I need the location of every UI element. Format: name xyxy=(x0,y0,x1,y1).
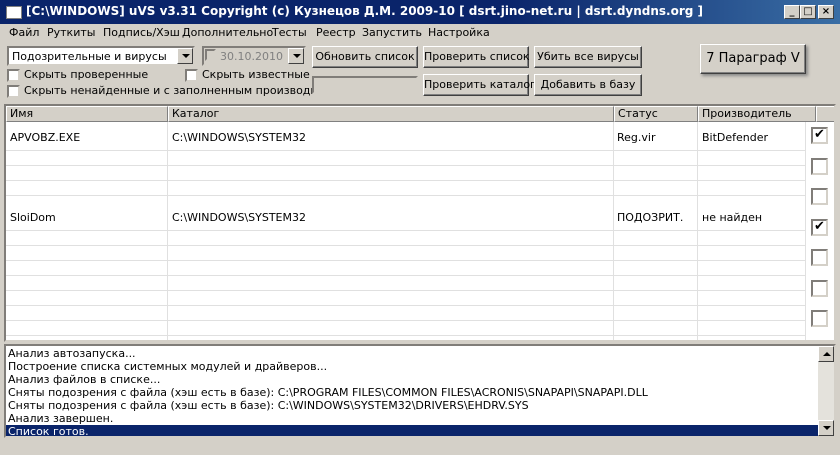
cell-status: ПОДОЗРИТ. xyxy=(617,211,684,224)
chevron-down-icon[interactable] xyxy=(288,48,304,64)
grid-line xyxy=(697,122,698,340)
grid-line xyxy=(6,180,806,181)
row-checkbox[interactable] xyxy=(811,188,828,205)
date-select-value: 30.10.2010 xyxy=(220,50,283,63)
menu-additional[interactable]: Дополнительно xyxy=(182,26,273,39)
scroll-up-icon[interactable] xyxy=(818,346,834,362)
chevron-down-icon[interactable] xyxy=(177,48,193,64)
maximize-button[interactable]: □ xyxy=(800,5,816,19)
row-checkbox[interactable] xyxy=(811,310,828,327)
grid-line xyxy=(167,122,168,340)
grid-line xyxy=(6,260,806,261)
table-header: Имя Каталог Статус Производитель xyxy=(6,106,834,122)
log-line-selected[interactable]: Список готов. xyxy=(6,425,818,436)
menu-file[interactable]: Файл xyxy=(9,26,39,39)
grid-line xyxy=(6,335,806,336)
row-checkbox[interactable] xyxy=(811,249,828,266)
log-line: Анализ файлов в списке... xyxy=(8,373,161,386)
grid-line xyxy=(6,230,806,231)
menu-run[interactable]: Запустить xyxy=(362,26,422,39)
row-checkbox[interactable] xyxy=(811,127,828,144)
log-line: Сняты подозрения с файла (хэш есть в баз… xyxy=(8,399,529,412)
grid-line xyxy=(6,320,806,321)
refresh-list-button[interactable]: Обновить список xyxy=(312,46,418,68)
grid-line xyxy=(6,245,806,246)
row-checkbox[interactable] xyxy=(811,219,828,236)
grid-line xyxy=(6,305,806,306)
column-header-directory[interactable]: Каталог xyxy=(168,106,614,122)
menu-settings[interactable]: Настройка xyxy=(428,26,490,39)
check-list-button[interactable]: Проверить список xyxy=(423,46,530,68)
log-line: Анализ автозапуска... xyxy=(8,347,136,360)
hide-not-found-checkbox[interactable] xyxy=(7,85,20,98)
menu-signature[interactable]: Подпись/Хэш xyxy=(103,26,180,39)
menu-rootkits[interactable]: Руткиты xyxy=(47,26,95,39)
date-enable-checkbox[interactable] xyxy=(205,49,216,61)
filter-select[interactable]: Подозрительные и вирусы xyxy=(7,46,195,66)
grid-line xyxy=(6,290,806,291)
grid-line xyxy=(6,165,806,166)
hide-known-checkbox[interactable] xyxy=(185,69,198,82)
menu-registry[interactable]: Реестр xyxy=(316,26,356,39)
cell-directory: C:\WINDOWS\SYSTEM32 xyxy=(172,131,306,144)
log-line: Анализ завершен. xyxy=(8,412,114,425)
cell-vendor: BitDefender xyxy=(702,131,769,144)
kill-viruses-button[interactable]: Убить все вирусы xyxy=(534,46,642,68)
hide-known-label: Скрыть известные xyxy=(202,68,310,81)
add-to-database-button[interactable]: Добавить в базу xyxy=(534,74,642,96)
menu-tests[interactable]: Тесты xyxy=(272,26,307,39)
column-header-name[interactable]: Имя xyxy=(6,106,168,122)
log-line: Построение списка системных модулей и др… xyxy=(8,360,328,373)
cell-directory: C:\WINDOWS\SYSTEM32 xyxy=(172,211,306,224)
grid-line xyxy=(6,275,806,276)
cell-name: SloiDom xyxy=(10,211,56,224)
hide-checked-label: Скрыть проверенные xyxy=(24,68,149,81)
column-header-vendor[interactable]: Производитель xyxy=(698,106,816,122)
window-title: [C:\WINDOWS] uVS v3.31 Copyright (c) Куз… xyxy=(26,4,704,18)
hide-checked-checkbox[interactable] xyxy=(7,69,20,82)
paragraph-button[interactable]: 7 Параграф V xyxy=(700,44,806,74)
cell-status: Reg.vir xyxy=(617,131,656,144)
log-line: Сняты подозрения с файла (хэш есть в баз… xyxy=(8,386,648,399)
column-header-status[interactable]: Статус xyxy=(614,106,698,122)
scroll-down-icon[interactable] xyxy=(818,420,834,436)
grid-line xyxy=(6,195,806,196)
column-header-check xyxy=(816,106,834,122)
date-select[interactable]: 30.10.2010 xyxy=(202,46,306,66)
grid-line xyxy=(613,122,614,340)
log-panel: Анализ автозапуска... Построение списка … xyxy=(4,344,836,438)
app-icon xyxy=(6,6,22,19)
filter-select-value: Подозрительные и вирусы xyxy=(12,50,167,63)
cell-name: APVOBZ.EXE xyxy=(10,131,81,144)
title-bar: [C:\WINDOWS] uVS v3.31 Copyright (c) Куз… xyxy=(0,0,840,24)
close-button[interactable]: × xyxy=(818,5,834,19)
log-scrollbar[interactable] xyxy=(818,346,834,436)
blank-field xyxy=(312,76,418,94)
file-table: Имя Каталог Статус Производитель APVOBZ.… xyxy=(4,104,836,342)
row-checkbox[interactable] xyxy=(811,280,828,297)
check-directory-button[interactable]: Проверить каталог xyxy=(423,74,536,96)
cell-vendor: не найден xyxy=(702,211,763,224)
row-checkbox[interactable] xyxy=(811,158,828,175)
grid-line xyxy=(805,122,806,340)
minimize-button[interactable]: _ xyxy=(784,5,800,19)
grid-line xyxy=(6,150,806,151)
menu-bar: Файл Руткиты Подпись/Хэш Дополнительно Т… xyxy=(0,24,840,42)
hide-not-found-label: Скрыть ненайденные и с заполненным произ… xyxy=(24,84,353,97)
